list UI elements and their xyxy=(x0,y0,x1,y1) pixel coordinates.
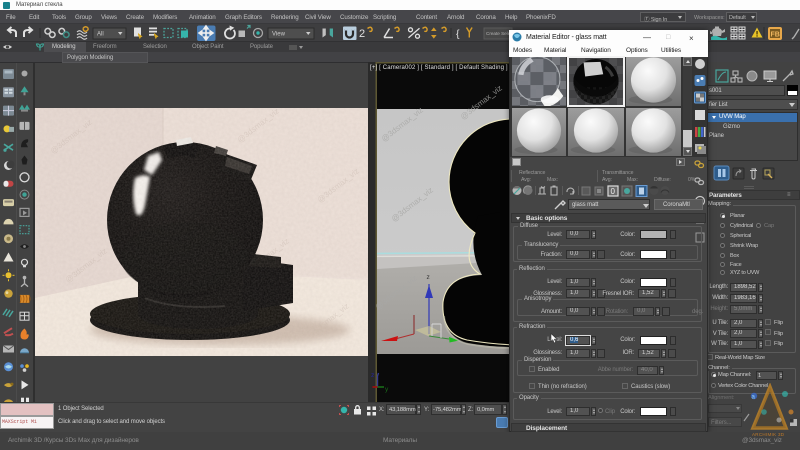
svg-text:{: { xyxy=(456,28,460,40)
svg-text:FB: FB xyxy=(771,32,780,39)
svg-text:z: z xyxy=(427,274,430,281)
svg-text:z: z xyxy=(371,372,374,379)
svg-text:2: 2 xyxy=(359,28,365,40)
svg-text:View: View xyxy=(272,32,286,38)
svg-text:0: 0 xyxy=(611,187,616,196)
svg-text:All: All xyxy=(97,32,104,38)
